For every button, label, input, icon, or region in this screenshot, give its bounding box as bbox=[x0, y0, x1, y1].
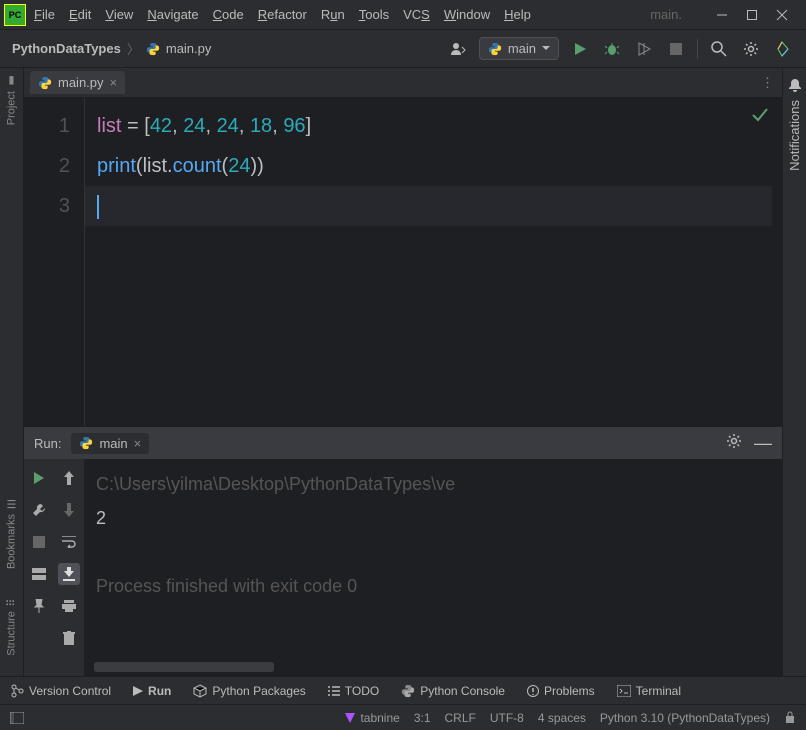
breadcrumb[interactable]: PythonDataTypes 〉 main.py bbox=[12, 39, 211, 58]
menu-refactor[interactable]: Refactor bbox=[258, 7, 307, 22]
stop-button-panel[interactable] bbox=[28, 531, 50, 553]
coverage-button[interactable] bbox=[633, 38, 655, 60]
tab-menu-icon[interactable]: ⋮ bbox=[761, 75, 782, 91]
python-icon bbox=[488, 42, 502, 56]
menu-vcs[interactable]: VCS bbox=[403, 7, 430, 22]
status-cursor-position[interactable]: 3:1 bbox=[414, 711, 431, 725]
breadcrumb-project[interactable]: PythonDataTypes bbox=[12, 41, 121, 56]
python-icon bbox=[146, 42, 160, 56]
ide-services-icon[interactable] bbox=[772, 38, 794, 60]
status-indent[interactable]: 4 spaces bbox=[538, 711, 586, 725]
close-button[interactable] bbox=[776, 9, 788, 21]
layout-icon[interactable] bbox=[28, 563, 50, 585]
run-tab[interactable]: main × bbox=[71, 433, 149, 454]
bottom-version-control[interactable]: Version Control bbox=[10, 684, 111, 698]
down-arrow-icon[interactable] bbox=[58, 499, 80, 521]
tab-close-icon[interactable]: × bbox=[110, 75, 118, 90]
status-lock-icon[interactable] bbox=[784, 711, 796, 725]
stop-button[interactable] bbox=[665, 38, 687, 60]
bottom-python-console[interactable]: Python Console bbox=[401, 684, 505, 698]
up-arrow-icon[interactable] bbox=[58, 467, 80, 489]
tool-window-notifications[interactable]: Notifications bbox=[787, 100, 802, 171]
menu-view[interactable]: View bbox=[105, 7, 133, 22]
line-gutter: 1 2 3 bbox=[24, 98, 84, 426]
app-logo: PC bbox=[4, 4, 26, 26]
minimize-button[interactable] bbox=[716, 9, 728, 21]
bottom-python-packages[interactable]: Python Packages bbox=[193, 684, 305, 698]
run-panel-label: Run: bbox=[34, 436, 61, 451]
notifications-icon[interactable] bbox=[788, 78, 802, 92]
editor-tab[interactable]: main.py × bbox=[30, 71, 125, 94]
status-encoding[interactable]: UTF-8 bbox=[490, 711, 524, 725]
search-icon[interactable] bbox=[708, 38, 730, 60]
main-menu: File Edit View Navigate Code Refactor Ru… bbox=[34, 7, 531, 22]
menu-window[interactable]: Window bbox=[444, 7, 490, 22]
wrench-icon[interactable] bbox=[28, 499, 50, 521]
settings-icon[interactable] bbox=[740, 38, 762, 60]
debug-button[interactable] bbox=[601, 38, 623, 60]
breadcrumb-file[interactable]: main.py bbox=[166, 41, 212, 56]
status-tool-windows-icon[interactable] bbox=[10, 712, 24, 724]
inspection-ok-icon[interactable] bbox=[752, 108, 768, 122]
print-icon[interactable] bbox=[58, 595, 80, 617]
menu-code[interactable]: Code bbox=[213, 7, 244, 22]
chevron-down-icon bbox=[542, 46, 550, 51]
menu-help[interactable]: Help bbox=[504, 7, 531, 22]
user-dropdown[interactable] bbox=[447, 38, 469, 60]
status-tabnine[interactable]: tabnine bbox=[344, 711, 399, 725]
maximize-button[interactable] bbox=[746, 9, 758, 21]
tool-window-bookmarks[interactable]: Bookmarks ☰ bbox=[5, 497, 18, 569]
status-interpreter[interactable]: Python 3.10 (PythonDataTypes) bbox=[600, 711, 770, 725]
hide-panel-icon[interactable]: — bbox=[754, 433, 772, 454]
code-editor[interactable]: 1 2 3 list = [42, 24, 24, 18, 96] print(… bbox=[24, 98, 782, 426]
bottom-run[interactable]: Run bbox=[133, 684, 171, 698]
horizontal-scrollbar[interactable] bbox=[94, 662, 274, 672]
trash-icon[interactable] bbox=[58, 627, 80, 649]
run-button[interactable] bbox=[569, 38, 591, 60]
close-icon[interactable]: × bbox=[134, 436, 142, 451]
scroll-to-end-icon[interactable] bbox=[58, 563, 80, 585]
title-suffix: main. bbox=[650, 7, 682, 22]
run-config-selector[interactable]: main bbox=[479, 37, 559, 60]
menu-edit[interactable]: Edit bbox=[69, 7, 91, 22]
console-output[interactable]: C:\Users\yilma\Desktop\PythonDataTypes\v… bbox=[84, 459, 782, 676]
menu-tools[interactable]: Tools bbox=[359, 7, 389, 22]
bottom-todo[interactable]: TODO bbox=[328, 684, 379, 698]
menu-navigate[interactable]: Navigate bbox=[147, 7, 198, 22]
bottom-problems[interactable]: Problems bbox=[527, 684, 595, 698]
bottom-terminal[interactable]: Terminal bbox=[617, 684, 681, 698]
python-icon bbox=[38, 76, 52, 90]
menu-run[interactable]: Run bbox=[321, 7, 345, 22]
run-settings-icon[interactable] bbox=[726, 433, 742, 454]
menu-file[interactable]: File bbox=[34, 7, 55, 22]
soft-wrap-icon[interactable] bbox=[58, 531, 80, 553]
pin-icon[interactable] bbox=[28, 595, 50, 617]
python-icon bbox=[79, 436, 93, 450]
text-cursor bbox=[97, 195, 99, 219]
rerun-button[interactable] bbox=[28, 467, 50, 489]
tool-window-project[interactable]: Project ▮ bbox=[5, 74, 18, 125]
status-line-separator[interactable]: CRLF bbox=[445, 711, 476, 725]
tool-window-structure[interactable]: Structure ⠿ bbox=[5, 599, 18, 656]
